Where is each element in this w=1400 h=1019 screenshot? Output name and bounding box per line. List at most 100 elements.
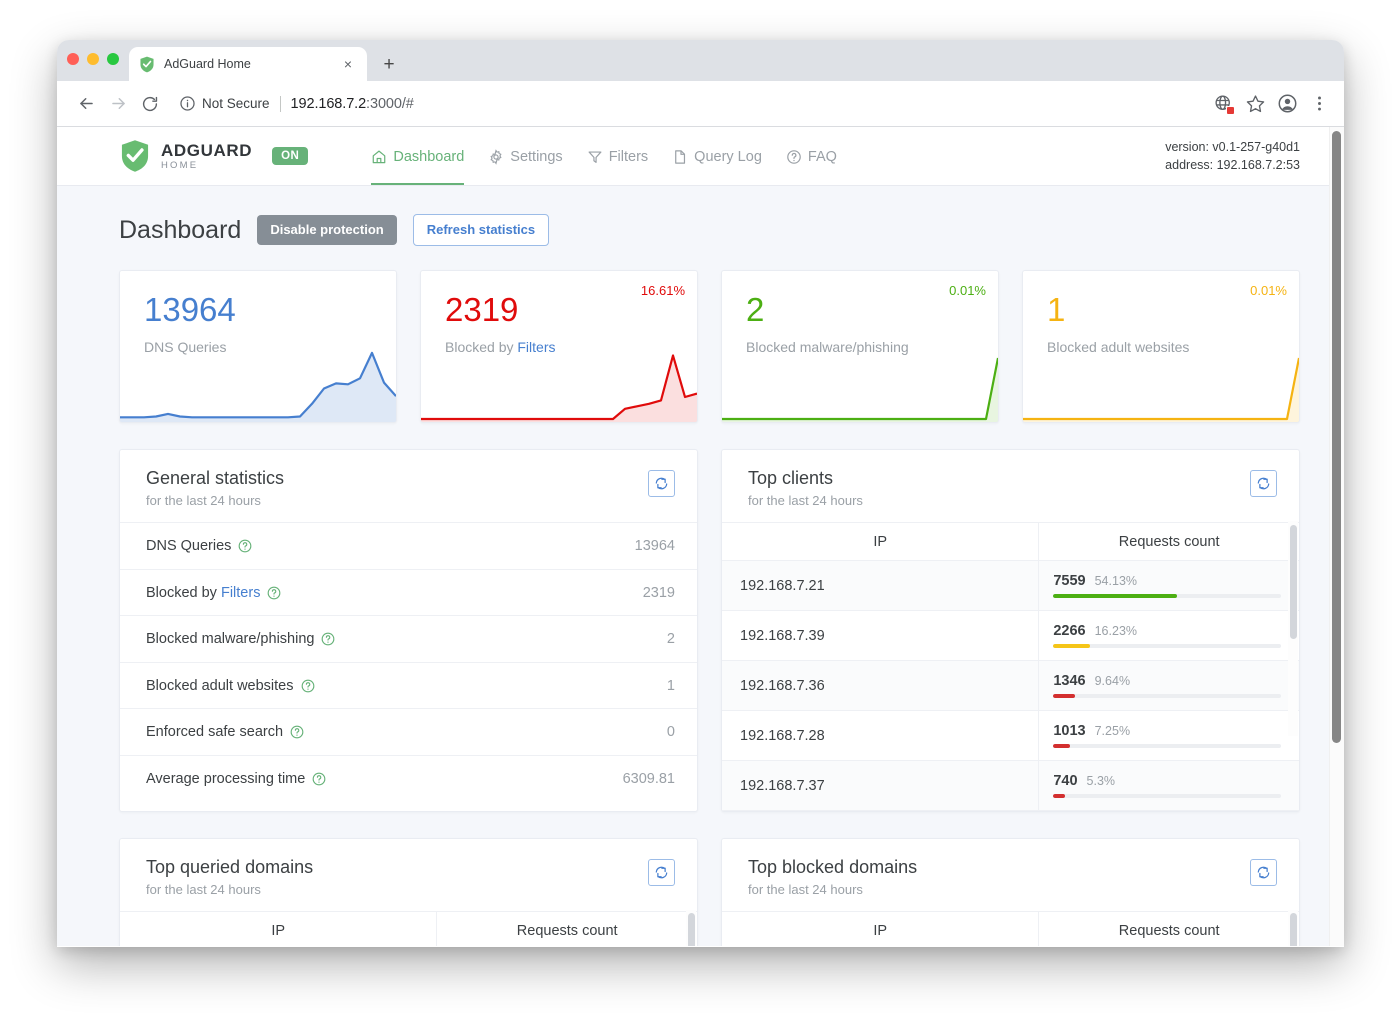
address-bar[interactable]: Not Secure 192.168.7.2:3000/#	[179, 89, 1206, 119]
table-cell-requests-count: 10137.25%	[1039, 711, 1299, 760]
page-title: Dashboard	[119, 216, 241, 245]
column-header-ip[interactable]: IP	[120, 912, 437, 946]
general-statistics-value: 1	[667, 678, 675, 694]
column-header-requests-count[interactable]: Requests count	[1039, 523, 1299, 560]
top-queried-domains-table: IPRequests countmc.yandex.ru4703.37%	[120, 912, 697, 946]
help-icon[interactable]	[238, 539, 252, 553]
nav-item-dashboard[interactable]: Dashboard	[371, 127, 464, 185]
table-cell-requests-count: 7405.3%	[1039, 761, 1299, 810]
column-header-ip[interactable]: IP	[722, 912, 1039, 946]
general-statistics-row: Blocked adult websites1	[120, 663, 697, 710]
panel-title: Top clients	[748, 468, 1250, 489]
stat-cards-row: 13964DNS Queries16.61%2319Blocked by Fil…	[119, 270, 1300, 423]
progress-bar-fill	[1053, 594, 1176, 598]
table-scrollbar-thumb[interactable]	[1290, 913, 1297, 946]
progress-bar-fill	[1053, 644, 1090, 648]
requests-count-row: 755954.13%	[1053, 573, 1281, 589]
progress-bar-track	[1053, 744, 1281, 748]
general-statistics-label-text: Average processing time	[146, 771, 305, 787]
refresh-icon[interactable]	[1250, 470, 1277, 497]
table-cell-requests-count: 13469.64%	[1039, 661, 1299, 710]
page-scrollbar-thumb[interactable]	[1332, 131, 1341, 743]
column-header-requests-count[interactable]: Requests count	[1039, 912, 1299, 946]
browser-tab[interactable]: AdGuard Home ×	[129, 47, 367, 81]
table-header-row: IPRequests count	[120, 912, 697, 946]
refresh-icon[interactable]	[648, 859, 675, 886]
progress-bar-fill	[1053, 744, 1070, 748]
brand-name: ADGUARD	[161, 142, 252, 159]
help-icon[interactable]	[301, 679, 315, 693]
adguard-logo[interactable]: ADGUARD HOME ON	[119, 139, 308, 173]
refresh-statistics-button[interactable]: Refresh statistics	[413, 214, 549, 246]
close-tab-button[interactable]: ×	[339, 55, 357, 73]
nav-item-label: Settings	[510, 149, 562, 165]
general-statistics-row: Blocked by Filters2319	[120, 570, 697, 617]
stat-card-sparkline	[421, 344, 697, 422]
version-info: version: v0.1-257-g40d1 address: 192.168…	[1165, 138, 1314, 174]
table-cell-requests-count: 755954.13%	[1039, 561, 1299, 610]
top-queried-domains-panel: Top queried domains for the last 24 hour…	[119, 838, 698, 946]
panel-header: General statistics for the last 24 hours	[120, 450, 697, 523]
nav-item-query-log[interactable]: Query Log	[672, 127, 762, 185]
new-tab-button[interactable]: +	[375, 50, 403, 78]
nav-item-label: Filters	[609, 149, 648, 165]
nav-item-settings[interactable]: Settings	[488, 127, 562, 185]
account-circle-icon[interactable]	[1272, 89, 1302, 119]
panel-row-1: General statistics for the last 24 hours…	[119, 449, 1300, 812]
three-dot-menu-icon[interactable]	[1304, 89, 1334, 119]
close-window-button[interactable]	[67, 53, 79, 65]
top-blocked-domains-table: IPRequests countmc.yandex.ru44219.04%	[722, 912, 1299, 946]
forward-arrow-icon[interactable]	[103, 89, 133, 119]
page-title-row: Dashboard Disable protection Refresh sta…	[119, 214, 1300, 246]
help-icon[interactable]	[290, 725, 304, 739]
general-statistics-label: Enforced safe search	[146, 724, 304, 740]
general-statistics-value: 13964	[635, 538, 675, 554]
star-icon[interactable]	[1240, 89, 1270, 119]
home-icon	[371, 149, 387, 165]
table-cell-ip: 192.168.7.21	[722, 561, 1039, 610]
nav-item-label: FAQ	[808, 149, 837, 165]
help-icon[interactable]	[267, 586, 281, 600]
general-statistics-label-link[interactable]: Filters	[221, 585, 260, 601]
browser-tab-title: AdGuard Home	[164, 57, 330, 71]
general-statistics-panel: General statistics for the last 24 hours…	[119, 449, 698, 812]
refresh-icon[interactable]	[1250, 859, 1277, 886]
table-scrollbar-thumb[interactable]	[688, 913, 695, 946]
toolbar-actions	[1208, 89, 1334, 119]
back-arrow-icon[interactable]	[71, 89, 101, 119]
nav-item-label: Query Log	[694, 149, 762, 165]
progress-bar-track	[1053, 644, 1281, 648]
translate-icon[interactable]	[1208, 89, 1238, 119]
page-scrollbar-track[interactable]	[1329, 127, 1344, 946]
column-header-requests-count[interactable]: Requests count	[437, 912, 697, 946]
column-header-ip[interactable]: IP	[722, 523, 1039, 560]
version-line: version: v0.1-257-g40d1	[1165, 138, 1300, 156]
help-icon[interactable]	[321, 632, 335, 646]
general-statistics-label: Average processing time	[146, 771, 326, 787]
reload-icon[interactable]	[135, 89, 165, 119]
panel-subtitle: for the last 24 hours	[748, 882, 1250, 897]
brand-text: ADGUARD HOME	[161, 142, 252, 171]
panel-subtitle: for the last 24 hours	[748, 493, 1250, 508]
panel-header: Top blocked domains for the last 24 hour…	[722, 839, 1299, 912]
requests-count-percent: 16.23%	[1095, 624, 1137, 638]
general-statistics-label-text: Enforced safe search	[146, 724, 283, 740]
panel-titles: Top queried domains for the last 24 hour…	[146, 857, 648, 897]
refresh-icon[interactable]	[648, 470, 675, 497]
nav-item-faq[interactable]: FAQ	[786, 127, 837, 185]
protection-status-badge: ON	[272, 147, 308, 165]
requests-count-value: 1346	[1053, 673, 1085, 689]
table-scrollbar-thumb[interactable]	[1290, 525, 1297, 639]
requests-count-percent: 54.13%	[1095, 574, 1137, 588]
question-circle-icon	[786, 149, 802, 165]
nav-item-filters[interactable]: Filters	[587, 127, 648, 185]
maximize-window-button[interactable]	[107, 53, 119, 65]
panel-header: Top queried domains for the last 24 hour…	[120, 839, 697, 912]
stat-card-sparkline	[722, 344, 998, 422]
progress-bar-track	[1053, 794, 1281, 798]
help-icon[interactable]	[312, 772, 326, 786]
requests-count-percent: 7.25%	[1095, 724, 1130, 738]
panel-titles: General statistics for the last 24 hours	[146, 468, 648, 508]
disable-protection-button[interactable]: Disable protection	[257, 215, 396, 245]
minimize-window-button[interactable]	[87, 53, 99, 65]
